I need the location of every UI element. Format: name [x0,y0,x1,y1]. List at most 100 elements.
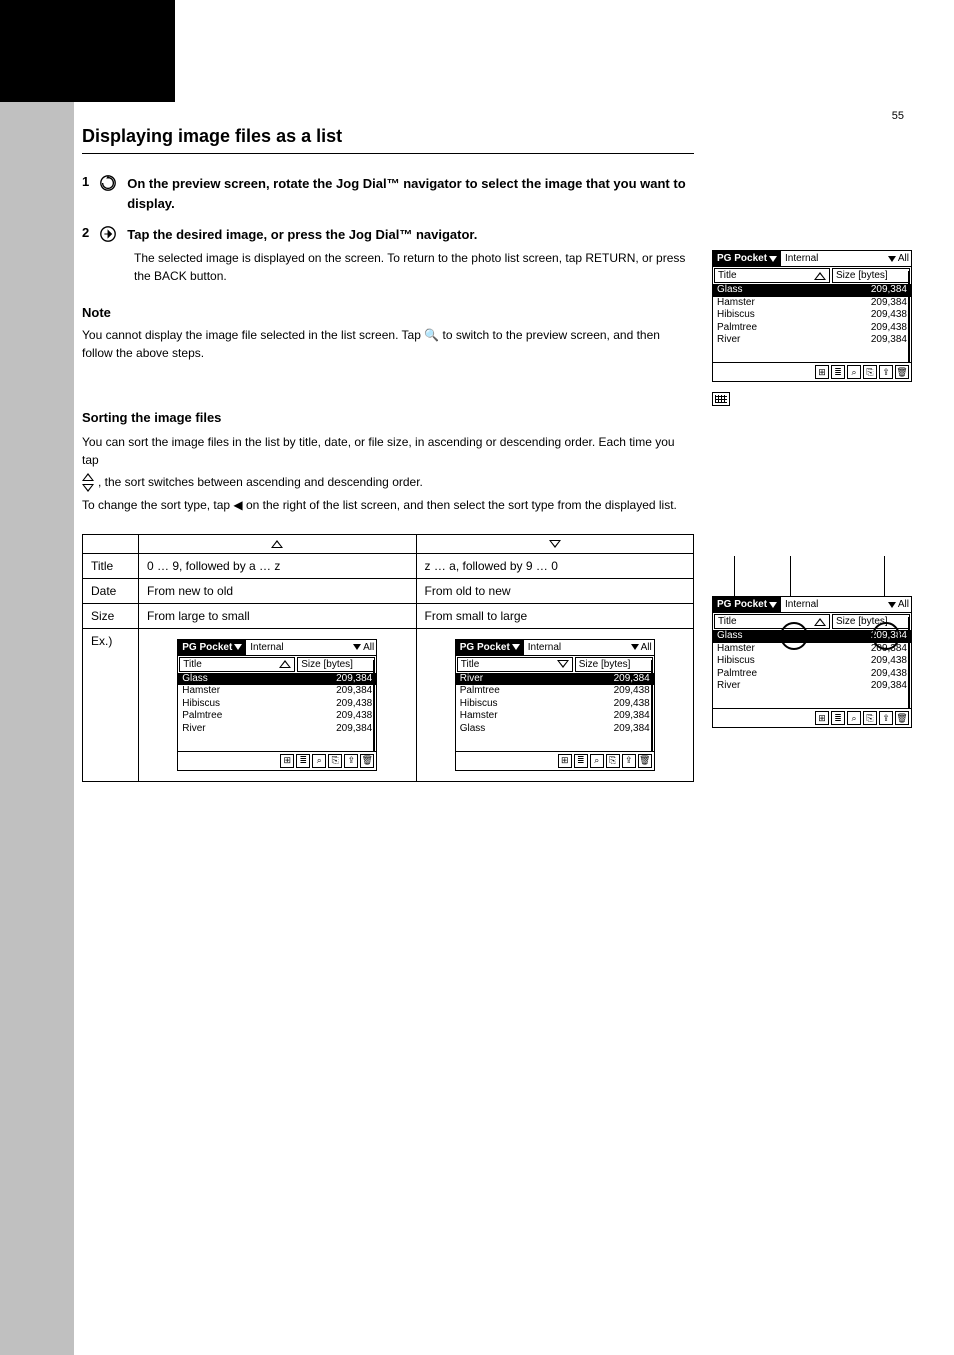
section-title: Displaying image files as a list [82,126,908,147]
sorting-text-2: , the sort switches between ascending an… [98,473,423,491]
column-size[interactable]: Size [bytes] [832,268,910,283]
column-title[interactable]: Title [457,657,573,672]
storage-label[interactable]: Internal [781,599,888,610]
app-name[interactable]: PG Pocket [456,640,524,655]
share-icon[interactable]: ⇪ [344,754,358,768]
list-item[interactable]: Hamster209,384 [456,710,654,723]
storage-label[interactable]: Internal [524,642,631,653]
zoom-icon[interactable]: ⌕ [312,754,326,768]
row-title: River [460,673,483,686]
list-item[interactable]: Palmtree209,438 [713,322,911,335]
cmp-title-asc: 0 … 9, followed by a … z [139,553,417,578]
scroll-indicator[interactable] [651,660,653,752]
app-name[interactable]: PG Pocket [713,251,781,266]
sorting-heading: Sorting the image files [82,410,908,425]
step-number: 1 [82,174,89,189]
share-icon[interactable]: ⇪ [879,711,893,725]
sorting-text-1: You can sort the image files in the list… [82,433,682,469]
storage-label[interactable]: Internal [246,642,353,653]
row-size: 209,384 [614,673,650,686]
grid-view-icon[interactable]: ⊞ [280,754,294,768]
scroll-indicator[interactable] [908,617,910,709]
list-item[interactable]: Hamster209,384 [713,297,911,310]
save-icon[interactable]: ⎘ [863,365,877,379]
row-size: 209,438 [614,685,650,698]
zoom-icon[interactable]: ⌕ [847,711,861,725]
save-icon[interactable]: ⎘ [328,754,342,768]
column-size[interactable]: Size [bytes] [575,657,653,672]
filter-label[interactable]: All [353,642,376,653]
scroll-indicator[interactable] [908,271,910,363]
zoom-icon[interactable]: ⌕ [590,754,604,768]
dropdown-icon [631,644,639,650]
grid-view-icon[interactable]: ⊞ [815,365,829,379]
share-icon[interactable]: ⇪ [879,365,893,379]
app-name[interactable]: PG Pocket [178,640,246,655]
sort-asc-icon[interactable] [279,660,291,668]
column-size[interactable]: Size [bytes] [832,614,910,629]
list-item[interactable]: River209,384 [713,680,911,693]
list-item[interactable]: River209,384 [178,723,376,736]
row-title: Hibiscus [717,309,755,322]
column-size[interactable]: Size [bytes] [297,657,375,672]
sort-asc-icon[interactable] [814,618,826,626]
storage-label[interactable]: Internal [781,253,888,264]
header-black-block [0,0,175,102]
scroll-indicator[interactable] [373,660,375,752]
trash-icon[interactable]: 🗑 [895,365,909,379]
row-title: Palmtree [182,710,222,723]
filter-label[interactable]: All [631,642,654,653]
list-view-icon[interactable]: ≣ [831,365,845,379]
grid-view-icon[interactable]: ⊞ [558,754,572,768]
row-title: River [717,680,740,693]
column-title[interactable]: Title [714,614,830,629]
row-title: River [182,723,205,736]
list-item[interactable]: Glass209,384 [178,673,376,686]
filter-label[interactable]: All [888,253,911,264]
list-item[interactable]: Palmtree209,438 [713,668,911,681]
list-view-icon[interactable]: ≣ [831,711,845,725]
filter-label[interactable]: All [888,599,911,610]
cmp-row-title-label: Title [83,553,139,578]
list-item[interactable]: Glass209,384 [456,723,654,736]
sort-comparison-table: Title 0 … 9, followed by a … z z … a, fo… [82,534,694,782]
app-name[interactable]: PG Pocket [713,597,781,612]
grid-view-icon[interactable]: ⊞ [815,711,829,725]
guide-line [884,556,885,596]
keyboard-icon [712,392,730,406]
row-size: 209,384 [336,673,372,686]
trash-icon[interactable]: 🗑 [360,754,374,768]
pg-pocket-window: PG Pocket Internal All Title Size [bytes… [455,639,655,771]
save-icon[interactable]: ⎘ [863,711,877,725]
list-item[interactable]: Hibiscus209,438 [456,698,654,711]
list-item[interactable]: Palmtree209,438 [456,685,654,698]
list-item[interactable]: Hibiscus209,438 [178,698,376,711]
trash-icon[interactable]: 🗑 [895,711,909,725]
list-item[interactable]: River 209,384 [456,673,654,686]
pg-pocket-window: PG Pocket Internal All Title Size [bytes… [712,596,912,728]
highlight-circle-scroll [872,622,900,650]
sorting-text-3: To change the sort type, tap ◀ on the ri… [82,496,677,514]
list-item[interactable]: Hibiscus209,438 [713,655,911,668]
list-item[interactable]: River209,384 [713,334,911,347]
list-item[interactable]: Hamster209,384 [178,685,376,698]
row-title: Hibiscus [182,698,220,711]
list-item[interactable]: Hibiscus209,438 [713,309,911,322]
sort-asc-icon[interactable] [814,272,826,280]
list-view-icon[interactable]: ≣ [574,754,588,768]
toolbar: ⊞≣⌕⎘⇪🗑 [456,751,654,770]
list-view-icon[interactable]: ≣ [296,754,310,768]
row-size: 209,384 [614,723,650,736]
trash-icon[interactable]: 🗑 [638,754,652,768]
dropdown-icon [234,644,242,650]
column-title[interactable]: Title [179,657,295,672]
share-icon[interactable]: ⇪ [622,754,636,768]
list-item[interactable]: Glass209,384 [713,284,911,297]
row-title: Hibiscus [717,655,755,668]
column-title[interactable]: Title [714,268,830,283]
list-item[interactable]: Palmtree209,438 [178,710,376,723]
save-icon[interactable]: ⎘ [606,754,620,768]
zoom-icon[interactable]: ⌕ [847,365,861,379]
sort-desc-icon[interactable] [557,660,569,668]
step-number: 2 [82,225,89,240]
